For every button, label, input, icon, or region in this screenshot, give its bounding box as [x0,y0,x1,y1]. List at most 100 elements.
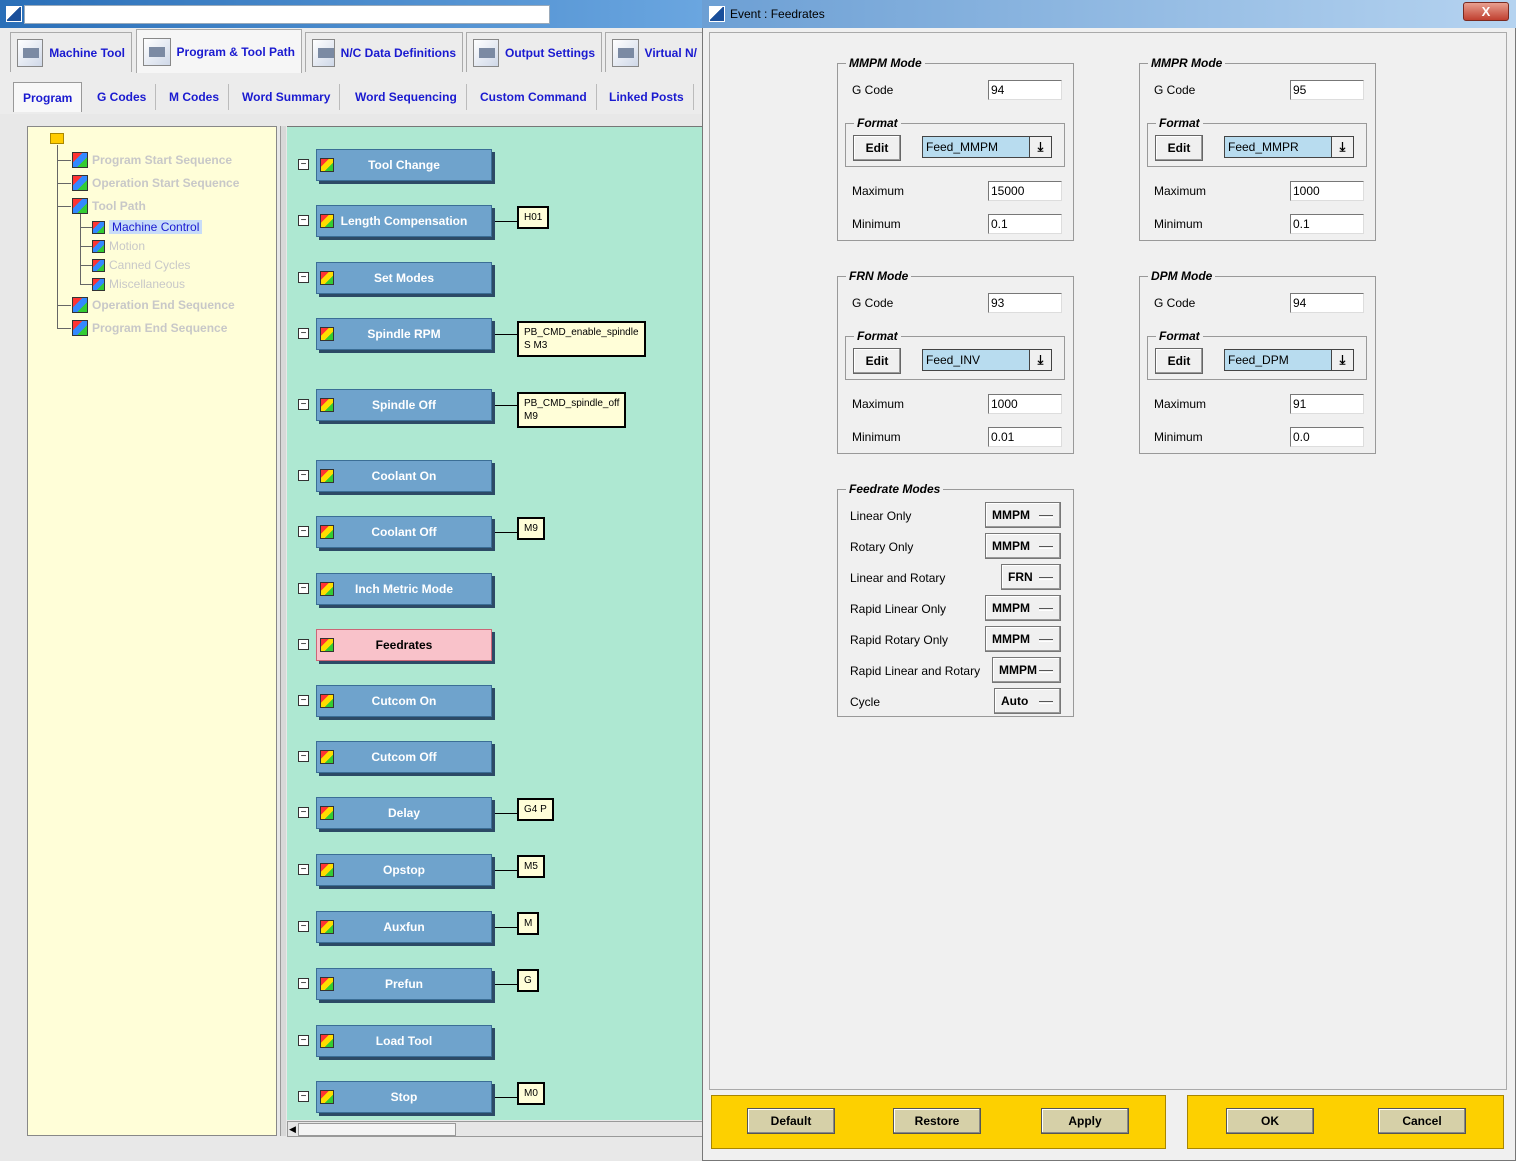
tree-item-motion[interactable]: Motion [92,237,145,255]
event-block-box[interactable]: M0 [517,1082,545,1105]
event-block-box[interactable]: G [517,969,539,992]
close-button[interactable]: X [1463,2,1509,21]
apply-button[interactable]: Apply [1041,1108,1129,1134]
collapse-icon[interactable]: − [298,978,309,989]
mmpm-gcode-input[interactable] [988,80,1062,100]
tree-item-program-start[interactable]: Program Start Sequence [72,151,232,169]
dpm-maximum-input[interactable] [1290,394,1364,414]
event-button-spindle-off[interactable]: Spindle Off [316,389,492,421]
download-arrow-icon[interactable]: ⤓ [1029,350,1051,370]
collapse-icon[interactable]: − [298,272,309,283]
event-button-cutcom-on[interactable]: Cutcom On [316,685,492,717]
scrollbar-thumb[interactable] [298,1123,456,1136]
collapse-icon[interactable]: − [298,807,309,818]
download-arrow-icon[interactable]: ⤓ [1331,137,1353,157]
mmpr-format-select[interactable]: Feed_MMPR ⤓ [1224,136,1354,158]
rapid-rotary-only-mode-button[interactable]: MMPM [985,626,1061,652]
rotary-only-mode-button[interactable]: MMPM [985,533,1061,559]
mmpm-format-select[interactable]: Feed_MMPM ⤓ [922,136,1052,158]
event-button-coolant-off[interactable]: Coolant Off [316,516,492,548]
dpm-minimum-input[interactable] [1290,427,1364,447]
collapse-icon[interactable]: − [298,1035,309,1046]
event-block-box[interactable]: G4 P [517,798,554,821]
tree-item-canned-cycles[interactable]: Canned Cycles [92,256,190,274]
collapse-icon[interactable]: − [298,215,309,226]
tree-item-program-end[interactable]: Program End Sequence [72,319,227,337]
subtab-m-codes[interactable]: M Codes [160,84,230,110]
dpm-edit-button[interactable]: Edit [1155,348,1203,374]
event-button-auxfun[interactable]: Auxfun [316,911,492,943]
event-button-inch-metric-mode[interactable]: Inch Metric Mode [316,573,492,605]
rapid-linear-and-rotary-mode-button[interactable]: MMPM [992,657,1061,683]
event-block-box[interactable]: M9 [517,517,545,540]
event-block-box[interactable]: M5 [517,855,545,878]
dpm-gcode-input[interactable] [1290,293,1364,313]
event-button-spindle-rpm[interactable]: Spindle RPM [316,318,492,350]
subtab-linked-posts[interactable]: Linked Posts [600,84,694,110]
event-block-box[interactable]: PB_CMD_spindle_off M9 [517,392,627,428]
download-arrow-icon[interactable]: ⤓ [1331,350,1353,370]
collapse-icon[interactable]: − [298,328,309,339]
mmpr-gcode-input[interactable] [1290,80,1364,100]
tree-item-tool-path[interactable]: Tool Path [72,197,146,215]
cancel-button[interactable]: Cancel [1378,1108,1466,1134]
event-block-box[interactable]: M [517,912,540,935]
collapse-icon[interactable]: − [298,695,309,706]
ok-button[interactable]: OK [1226,1108,1314,1134]
subtab-g-codes[interactable]: G Codes [88,84,157,110]
frn-maximum-input[interactable] [988,394,1062,414]
tab-machine-tool[interactable]: Machine Tool [10,32,132,72]
tab-output-settings[interactable]: Output Settings [466,32,602,72]
tree-item-operation-start[interactable]: Operation Start Sequence [72,174,239,192]
event-button-prefun[interactable]: Prefun [316,968,492,1000]
event-button-feedrates[interactable]: Feedrates [316,629,492,661]
pane-splitter[interactable] [280,126,286,1136]
tab-nc-data-definitions[interactable]: N/C Data Definitions [305,32,463,72]
collapse-icon[interactable]: − [298,1091,309,1102]
collapse-icon[interactable]: − [298,864,309,875]
tree-item-miscellaneous[interactable]: Miscellaneous [92,275,185,293]
tab-virtual-nc[interactable]: Virtual N/ [605,32,704,72]
subtab-custom-command[interactable]: Custom Command [471,84,597,110]
mmpr-edit-button[interactable]: Edit [1155,135,1203,161]
linear-only-mode-button[interactable]: MMPM [985,502,1061,528]
frn-minimum-input[interactable] [988,427,1062,447]
tree-item-machine-control[interactable]: Machine Control [92,218,203,236]
event-button-set-modes[interactable]: Set Modes [316,262,492,294]
tree-item-operation-end[interactable]: Operation End Sequence [72,296,235,314]
event-button-stop[interactable]: Stop [316,1081,492,1113]
frn-format-select[interactable]: Feed_INV ⤓ [922,349,1052,371]
event-button-tool-change[interactable]: Tool Change [316,149,492,181]
scroll-left-icon[interactable]: ◀ [289,1124,296,1135]
collapse-icon[interactable]: − [298,526,309,537]
collapse-icon[interactable]: − [298,751,309,762]
dpm-format-select[interactable]: Feed_DPM ⤓ [1224,349,1354,371]
event-block-box[interactable]: PB_CMD_enable_spindle S M3 [517,321,646,357]
event-button-cutcom-off[interactable]: Cutcom Off [316,741,492,773]
event-button-delay[interactable]: Delay [316,797,492,829]
collapse-icon[interactable]: − [298,921,309,932]
default-button[interactable]: Default [747,1108,835,1134]
frn-edit-button[interactable]: Edit [853,348,901,374]
mmpr-maximum-input[interactable] [1290,181,1364,201]
mmpm-minimum-input[interactable] [988,214,1062,234]
subtab-word-summary[interactable]: Word Summary [233,84,341,110]
collapse-icon[interactable]: − [298,470,309,481]
event-block-box[interactable]: H01 [517,206,550,229]
mmpr-minimum-input[interactable] [1290,214,1364,234]
event-button-length-compensation[interactable]: Length Compensation [316,205,492,237]
event-button-coolant-on[interactable]: Coolant On [316,460,492,492]
subtab-word-sequencing[interactable]: Word Sequencing [346,84,467,110]
collapse-icon[interactable]: − [298,399,309,410]
collapse-icon[interactable]: − [298,639,309,650]
restore-button[interactable]: Restore [893,1108,981,1134]
cycle-mode-button[interactable]: Auto [994,688,1061,714]
event-button-opstop[interactable]: Opstop [316,854,492,886]
collapse-icon[interactable]: − [298,583,309,594]
tab-program-tool-path[interactable]: Program & Tool Path [136,29,302,73]
linear-and-rotary-mode-button[interactable]: FRN [1001,564,1061,590]
frn-gcode-input[interactable] [988,293,1062,313]
subtab-program[interactable]: Program [13,82,83,112]
mmpm-edit-button[interactable]: Edit [853,135,901,161]
mmpm-maximum-input[interactable] [988,181,1062,201]
